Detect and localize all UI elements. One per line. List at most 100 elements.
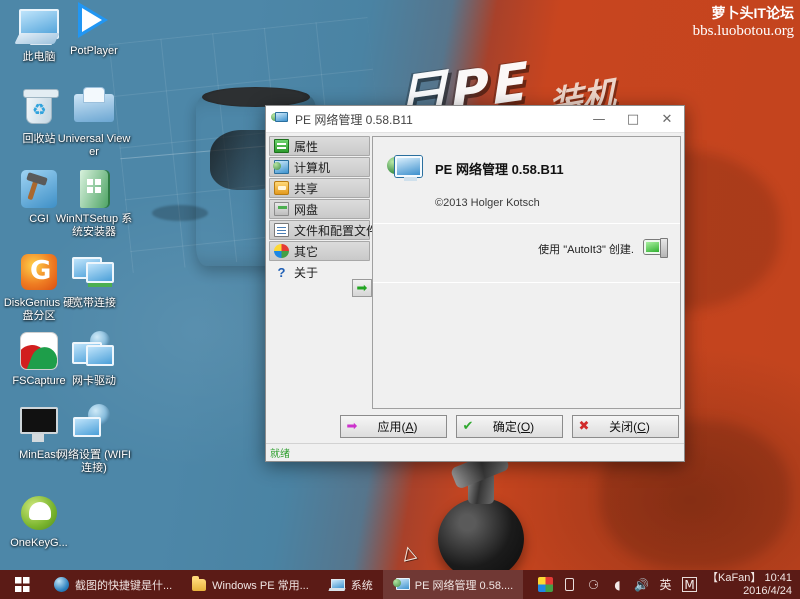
sidebar-item-net-drive[interactable]: 网盘 (269, 199, 370, 219)
desktop-icon-universal-viewer[interactable]: Universal Viewer (55, 88, 133, 159)
sidebar-item-label: 计算机 (294, 160, 331, 175)
sidebar-item-label: 网盘 (294, 202, 319, 217)
net-drive-icon (274, 202, 289, 216)
wifi-icon[interactable]: ◖ (610, 577, 625, 592)
network-settings-icon (72, 404, 116, 446)
arrow-right-icon: ➡ (346, 418, 358, 434)
taskbar[interactable]: 截图的快捷键是什... Windows PE 常用... 系统 PE 网络管理 … (0, 570, 800, 599)
forum-watermark: 萝卜头IT论坛 bbs.luobotou.org (693, 4, 794, 40)
taskbar-item-folder[interactable]: Windows PE 常用... (182, 570, 319, 599)
ok-button[interactable]: ✔ 确定(O) (456, 414, 563, 438)
about-footer: 使用 "AutoIt3" 创建. (373, 224, 680, 260)
volume-icon[interactable]: 🔊 (634, 577, 649, 592)
window-title-bar[interactable]: PE 网络管理 0.58.B11 — □ ✕ (266, 106, 684, 133)
desktop-icon-label: Universal Viewer (57, 133, 131, 158)
taskbar-item-pe-network-manager[interactable]: PE 网络管理 0.58.... (382, 570, 524, 599)
about-separator (373, 282, 680, 283)
app-icon (271, 112, 289, 126)
winntsetup-icon (72, 168, 116, 210)
desktop-icon-label: 网络设置 (WIFI连接) (57, 449, 131, 474)
sidebar-item-label: 共享 (294, 181, 319, 196)
sidebar-item-label: 文件和配置文件 (294, 223, 379, 238)
close-icon[interactable]: ✕ (650, 106, 684, 132)
sidebar-item-label: 属性 (294, 139, 319, 154)
onekey-ghost-icon (17, 492, 61, 534)
taskbar-item-label: 截图的快捷键是什... (75, 579, 173, 592)
window-body: 属性 计算机 共享 网盘 文件和配置文件 其它 ? 关于 ➡ PE 网络管理 0… (266, 133, 684, 409)
arrow-right-icon: ➡ (356, 280, 368, 296)
maximize-button[interactable]: □ (616, 106, 650, 132)
about-app-title: PE 网络管理 0.58.B11 (435, 162, 564, 177)
apply-button-label: 应用(A) (377, 419, 418, 434)
m-icon[interactable]: M (682, 577, 697, 592)
expand-panel-button[interactable]: ➡ (352, 279, 372, 297)
window-controls: — □ ✕ (582, 106, 684, 132)
ime-icon[interactable]: 英 (658, 577, 673, 592)
taskbar-item-label: PE 网络管理 0.58.... (414, 579, 514, 592)
start-button[interactable] (0, 570, 44, 599)
sidebar-item-label: 关于 (294, 265, 319, 280)
clock[interactable]: 【KaFan】 10:41 2016/4/24 (703, 572, 800, 598)
window-title: PE 网络管理 0.58.B11 (295, 112, 413, 127)
watermark-line-1: 萝卜头IT论坛 (711, 5, 794, 21)
system-tray[interactable]: ⚆ ◖ 🔊 英 M (538, 577, 703, 592)
color-palette-icon[interactable] (538, 577, 553, 592)
built-with-text: 使用 "AutoIt3" 创建. (538, 244, 634, 256)
close-button-label: 关闭(C) (609, 419, 650, 434)
about-panel: PE 网络管理 0.58.B11 ©2013 Holger Kotsch 使用 … (372, 136, 681, 409)
network-driver-icon (72, 330, 116, 372)
ok-button-label: 确定(O) (492, 419, 535, 434)
apply-button[interactable]: ➡ 应用(A) (340, 414, 447, 438)
about-header: PE 网络管理 0.58.B11 (373, 137, 680, 187)
wallpaper-arrow-tag: △ (399, 540, 419, 565)
desktop-icon-label: WinNTSetup 系统安装器 (55, 213, 133, 238)
pe-network-manager-window[interactable]: PE 网络管理 0.58.B11 — □ ✕ 属性 计算机 共享 网盘 文件和配… (265, 105, 685, 462)
computer-icon (273, 160, 289, 174)
status-bar: 就绪 (266, 443, 684, 461)
nav-sidebar[interactable]: 属性 计算机 共享 网盘 文件和配置文件 其它 ? 关于 ➡ (266, 133, 378, 409)
system-icon (329, 578, 345, 591)
about-copyright: ©2013 Holger Kotsch (435, 197, 540, 209)
taskbar-item-system[interactable]: 系统 (319, 570, 383, 599)
universal-viewer-icon (72, 88, 116, 130)
desktop-icon-broadband[interactable]: 宽带连接 (55, 252, 133, 310)
sidebar-item-files-and-profiles[interactable]: 文件和配置文件 (269, 220, 378, 240)
app-logo-icon (387, 155, 423, 187)
desktop-icon-potplayer[interactable]: PotPlayer (55, 0, 133, 58)
sidebar-item-properties[interactable]: 属性 (269, 136, 370, 156)
network-icon[interactable]: ⚆ (586, 577, 601, 592)
minimize-button[interactable]: — (582, 106, 616, 132)
wallpaper-bomb (438, 472, 524, 580)
wallpaper-splat (152, 205, 208, 221)
clock-time: 【KaFan】 10:41 (707, 571, 792, 584)
sidebar-item-share[interactable]: 共享 (269, 178, 370, 198)
desktop-icon-winntsetup[interactable]: WinNTSetup 系统安装器 (55, 168, 133, 239)
desktop-icon-network-settings[interactable]: 网络设置 (WIFI连接) (55, 404, 133, 475)
desktop-icon-network-driver[interactable]: 网卡驱动 (55, 330, 133, 388)
windows-logo-icon (14, 577, 30, 592)
autoit-server-icon (644, 238, 668, 260)
check-icon: ✔ (462, 418, 474, 434)
other-icon (274, 244, 289, 258)
about-icon: ? (277, 264, 286, 280)
taskbar-item-browser[interactable]: 截图的快捷键是什... (44, 570, 182, 599)
desktop-icon-label: OneKeyG... (10, 537, 68, 549)
desktop-icon-label: 宽带连接 (72, 297, 116, 309)
usb-device-icon[interactable] (562, 577, 577, 592)
potplayer-icon (72, 0, 116, 42)
pe-network-icon (392, 578, 410, 591)
dialog-button-row: ➡ 应用(A) ✔ 确定(O) ✖ 关闭(C) (266, 409, 684, 443)
close-button[interactable]: ✖ 关闭(C) (572, 414, 679, 438)
taskbar-item-label: Windows PE 常用... (212, 579, 309, 592)
desktop-icon-onekey-ghost[interactable]: OneKeyG... (0, 492, 78, 550)
sidebar-item-computer[interactable]: 计算机 (269, 157, 370, 177)
status-text: 就绪 (270, 449, 290, 460)
properties-icon (274, 139, 289, 153)
taskbar-item-label: 系统 (350, 579, 373, 592)
sidebar-item-other[interactable]: 其它 (269, 241, 370, 261)
desktop[interactable]: 日PE 装机 △ 萝卜头IT论坛 bbs.luobotou.org 此电脑 Po… (0, 0, 800, 599)
desktop-icon-label: PotPlayer (70, 45, 118, 57)
share-icon (274, 181, 289, 195)
desktop-icon-label: 网卡驱动 (72, 375, 116, 387)
folder-icon (192, 575, 207, 591)
